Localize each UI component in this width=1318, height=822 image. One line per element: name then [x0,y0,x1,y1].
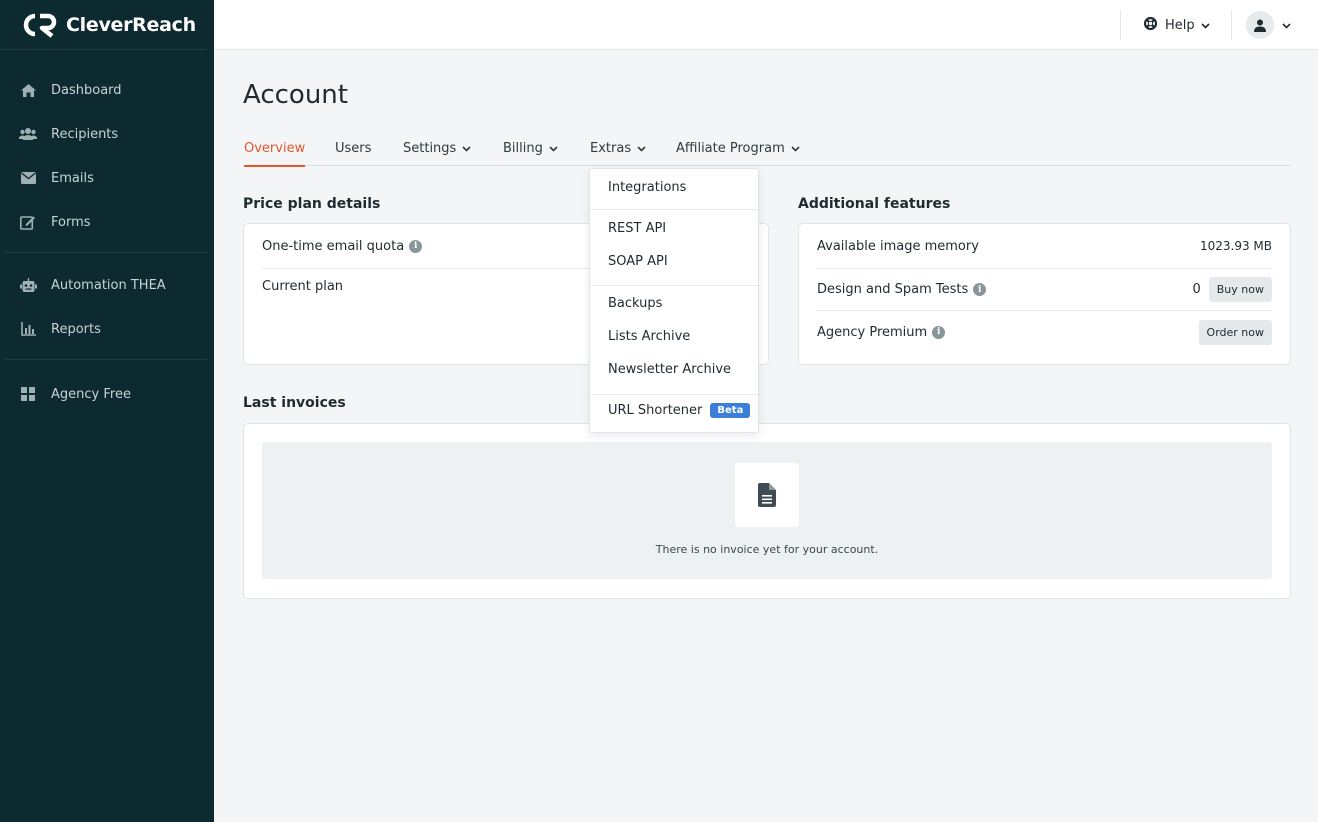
row-label: Agency Premium [817,324,928,340]
row-label: Current plan [262,278,344,294]
user-icon [1254,19,1266,32]
sidebar-item-forms[interactable]: Forms [5,200,207,244]
menu-item-rest-api[interactable]: REST API [608,221,666,236]
price-plan-title: Price plan details [243,196,381,212]
topbar: Help [214,0,1318,50]
help-menu-button[interactable]: Help [1143,0,1210,50]
tab-affiliate-program[interactable]: Affiliate Program [676,130,800,166]
info-icon[interactable]: i [932,325,946,339]
sidebar-item-agency-free[interactable]: Agency Free [5,372,207,416]
chevron-down-icon [549,141,558,156]
tab-users[interactable]: Users [335,130,371,166]
user-menu-button[interactable] [1246,0,1291,50]
menu-item-label: URL Shortener [608,403,703,418]
topbar-divider [1231,10,1232,40]
edit-icon [19,214,37,230]
chart-icon [19,321,37,337]
tab-overview[interactable]: Overview [244,130,306,167]
chevron-down-icon [791,141,800,156]
help-label: Help [1165,17,1195,33]
additional-features-title: Additional features [798,196,951,212]
tab-label: Billing [503,140,543,156]
additional-features-card: Available image memory 1023.93 MB Design… [798,223,1291,365]
buy-now-button[interactable]: Buy now [1208,277,1272,302]
users-icon [19,126,37,142]
brand-name: CleverReach [66,13,196,36]
spam-tests-count: 0 [1192,282,1201,297]
sidebar-item-emails[interactable]: Emails [5,156,207,200]
sidebar-item-automation-thea[interactable]: Automation THEA [5,263,207,307]
sidebar-item-label: Dashboard [51,82,122,98]
sidebar-item-reports[interactable]: Reports [5,307,207,351]
chevron-down-icon [462,141,471,156]
menu-divider [590,285,758,286]
sidebar-item-label: Forms [51,214,91,230]
tab-label: Users [335,140,372,156]
sidebar-item-label: Automation THEA [51,277,166,293]
beta-badge: Beta [710,403,751,418]
tab-label: Settings [403,140,457,156]
extras-dropdown-menu: Integrations REST API SOAP API Backups L… [589,168,759,433]
grid-icon [19,386,37,402]
tab-label: Affiliate Program [676,140,785,156]
menu-item-newsletter-archive[interactable]: Newsletter Archive [608,362,731,377]
chevron-down-icon [1282,18,1291,33]
invoices-card: There is no invoice yet for your account… [243,423,1291,599]
envelope-icon [19,170,37,186]
menu-divider [590,209,758,210]
order-now-button[interactable]: Order now [1198,319,1272,345]
row-label: Design and Spam Tests [817,282,969,297]
sidebar-item-label: Emails [51,170,94,186]
sidebar-item-recipients[interactable]: Recipients [5,112,207,156]
menu-item-soap-api[interactable]: SOAP API [608,254,668,269]
tab-billing[interactable]: Billing [503,130,558,166]
menu-divider [590,394,758,395]
tab-settings[interactable]: Settings [403,130,471,166]
info-icon[interactable]: i [409,239,423,253]
menu-item-url-shortener[interactable]: URL Shortener Beta [608,403,751,418]
menu-item-backups[interactable]: Backups [608,296,662,311]
invoices-empty-text: There is no invoice yet for your account… [655,543,879,556]
page-title: Account [243,80,348,110]
topbar-divider [1120,10,1121,40]
feature-row: Available image memory 1023.93 MB [817,224,1272,269]
sidebar-item-dashboard[interactable]: Dashboard [5,68,207,112]
row-label: Available image memory [817,238,979,254]
last-invoices-title: Last invoices [243,395,346,411]
image-memory-value: 1023.93 MB [1199,239,1272,253]
document-icon [735,463,799,527]
logo[interactable]: CleverReach [0,0,207,50]
sidebar-item-label: Agency Free [51,386,131,402]
tab-label: Overview [244,140,306,156]
menu-item-lists-archive[interactable]: Lists Archive [608,329,690,344]
main-content: Account Overview Users Settings Billing … [214,50,1318,822]
row-label: One-time email quota [262,238,405,254]
home-icon [19,82,37,98]
chevron-down-icon [637,141,646,156]
feature-row: Agency Premium i Order now [817,311,1272,353]
invoices-empty-state: There is no invoice yet for your account… [262,442,1272,579]
sidebar-item-label: Recipients [51,126,119,142]
info-icon[interactable]: i [973,283,987,296]
nav-group-automation: Automation THEA Reports [5,253,207,360]
sidebar-item-label: Reports [51,321,101,337]
menu-item-integrations[interactable]: Integrations [608,180,686,195]
nav-group-account: Agency Free [5,360,207,424]
avatar [1246,11,1274,39]
chevron-down-icon [1201,18,1210,33]
nav-group-main: Dashboard Recipients Emails Forms [5,50,207,253]
tab-label: Extras [590,140,632,156]
sidebar: CleverReach Dashboard Recipients Emails … [0,0,214,822]
robot-icon [19,277,37,293]
feature-row: Design and Spam Tests i 0 Buy now [817,269,1272,311]
lifebuoy-icon [1143,16,1158,34]
tab-extras[interactable]: Extras [590,130,646,166]
account-tabs: Overview Users Settings Billing Extras A… [243,130,1291,167]
cleverreach-logo-icon [20,12,60,38]
